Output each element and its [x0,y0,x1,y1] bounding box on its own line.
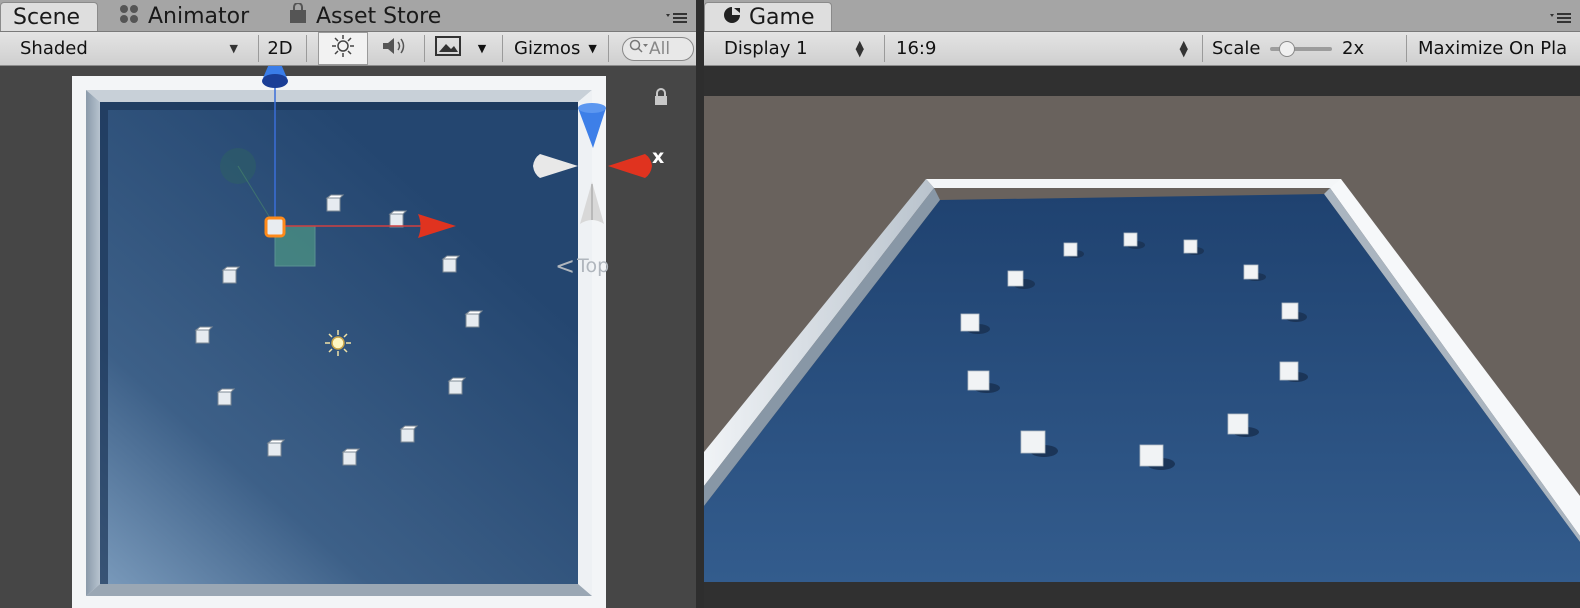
scene-tab-bar: Scene Animator Asset Store [0,0,696,32]
game-panel: Game Display 1 ▲ ▼ 16:9 ▲ ▼ Scale 2x Maxim… [704,0,1580,608]
scene-effects-toggle[interactable] [432,32,464,65]
search-icon [629,38,649,59]
scene-wall-top [86,90,592,102]
tab-scene-label: Scene [13,4,81,30]
tab-game-label: Game [749,4,815,30]
scale-label: Scale [1212,38,1261,59]
2d-toggle-label: 2D [267,38,293,59]
shading-mode-dropdown[interactable]: Shaded ▼ [20,32,244,65]
asset-store-icon [288,1,308,31]
chevron-left-icon: < [555,252,576,280]
tab-animator[interactable]: Animator [118,2,249,31]
game-toolbar: Display 1 ▲ ▼ 16:9 ▲ ▼ Scale 2x Maximize O… [704,32,1580,66]
selected-cube[interactable] [264,216,286,238]
game-wall-back [926,179,1342,188]
image-icon [435,36,461,61]
tab-animator-label: Animator [148,4,250,29]
scene-audio-toggle[interactable] [370,32,420,65]
animator-icon [118,3,140,31]
aspect-value: 16:9 [896,38,937,59]
scale-value: 2x [1342,38,1365,59]
chevron-down-icon: ▼ [588,42,597,55]
orientation-label[interactable]: < Top [555,252,609,280]
display-value: Display 1 [724,38,808,59]
scene-wall-left [86,90,100,596]
tab-asset-store-label: Asset Store [316,4,442,29]
scene-wall-bottom [86,584,592,596]
sun-icon [332,35,354,62]
gizmo-x-label: x [652,146,665,168]
gizmos-label: Gizmos [514,38,581,59]
panel-menu-icon[interactable] [666,10,688,24]
game-tab-bar: Game [704,0,1580,32]
game-letterbox-top [704,66,1580,96]
scale-slider-thumb[interactable] [1279,40,1295,57]
scale-slider[interactable] [1270,32,1336,65]
game-viewport[interactable] [704,66,1580,608]
lock-icon[interactable] [653,88,669,110]
scene-panel: Scene Animator Asset Store Shaded ▼ 2D ▼… [0,0,696,608]
orientation-label-text: Top [577,255,610,277]
tab-game[interactable]: Game [704,2,832,31]
gizmos-dropdown[interactable]: Gizmos ▼ [514,32,604,65]
maximize-on-play-label: Maximize On Pla [1418,38,1568,59]
search-placeholder: All [649,38,671,59]
game-letterbox-bottom [704,582,1580,608]
x-axis-cone[interactable] [608,154,652,178]
speaker-icon [381,35,409,62]
scene-search-field[interactable]: All [622,32,696,65]
effects-dropdown-button[interactable]: ▼ [472,32,492,65]
scene-toolbar: Shaded ▼ 2D ▼ Gizmos ▼ All [0,32,696,66]
panel-divider[interactable] [696,0,704,608]
scene-viewport[interactable]: x < Top [0,66,696,608]
up-down-arrows-icon: ▲ ▼ [1179,37,1188,59]
display-dropdown[interactable]: Display 1 ▲ ▼ [724,32,868,65]
maximize-on-play-toggle[interactable]: Maximize On Pla [1418,32,1580,65]
tab-scene[interactable]: Scene [0,2,98,31]
scene-wall-right [578,90,592,596]
panel-menu-icon[interactable] [1550,10,1572,24]
2d-toggle-button[interactable]: 2D [260,32,300,65]
scene-lighting-toggle[interactable] [318,32,368,65]
aspect-dropdown[interactable]: 16:9 ▲ ▼ [896,32,1192,65]
up-down-arrows-icon: ▲ ▼ [855,37,864,59]
chevron-down-icon: ▼ [229,42,238,55]
tab-asset-store[interactable]: Asset Store [288,1,442,31]
shading-mode-value: Shaded [20,38,88,59]
game-icon [723,5,741,30]
chevron-down-icon: ▼ [477,42,487,55]
